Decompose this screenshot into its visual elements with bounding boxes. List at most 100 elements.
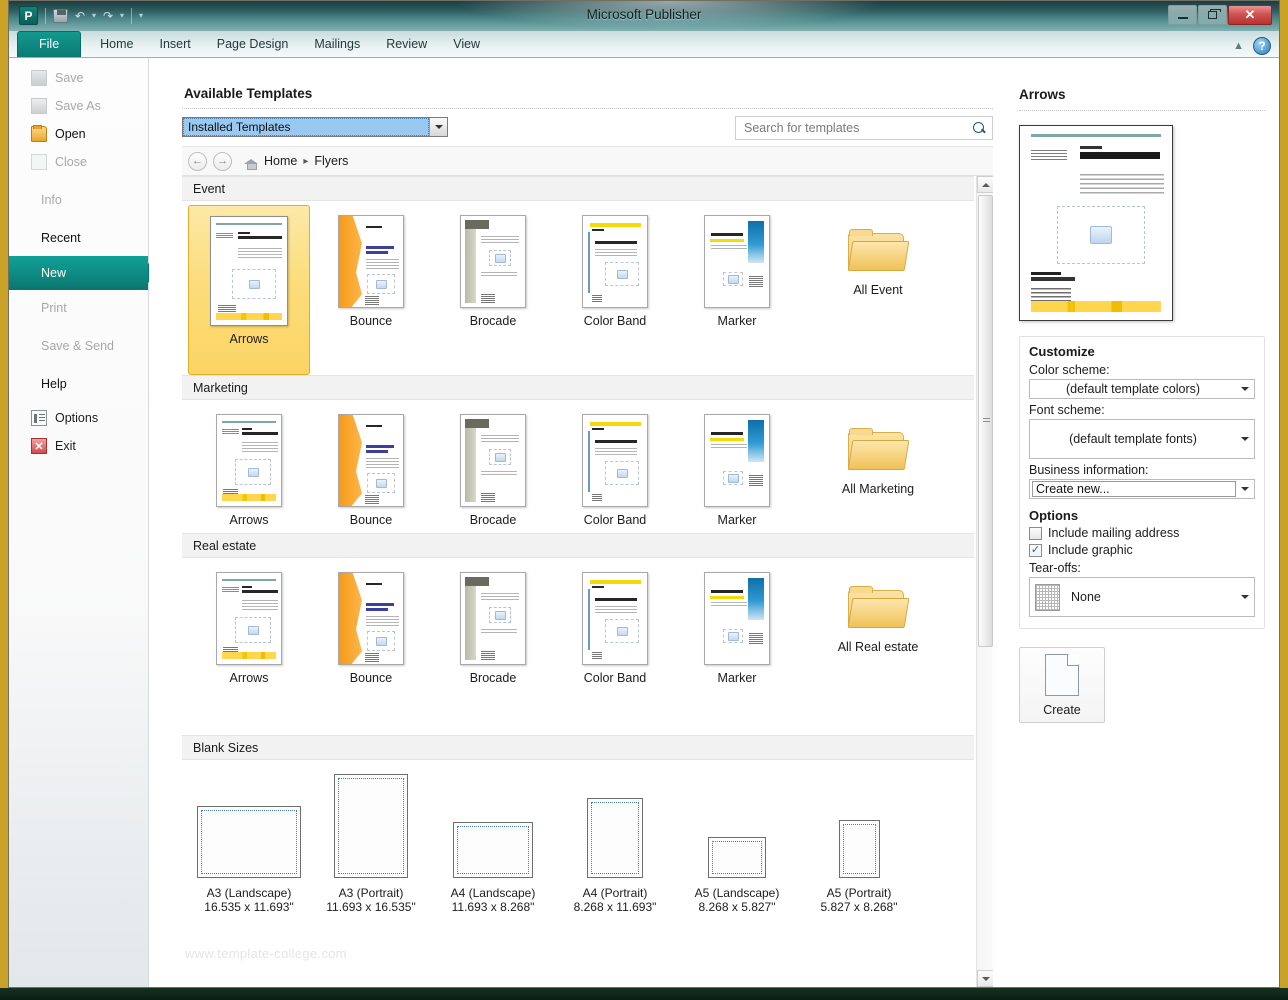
template-item-arrows-real-estate[interactable]: Arrows bbox=[188, 562, 310, 691]
tab-file[interactable]: File bbox=[17, 31, 82, 57]
sidebar-item-save[interactable]: Save bbox=[9, 64, 148, 92]
template-item-brocade-marketing[interactable]: Brocade bbox=[432, 404, 554, 533]
template-item-marker-real-estate[interactable]: Marker bbox=[676, 562, 798, 691]
color-scheme-dropdown[interactable]: (default template colors) bbox=[1029, 379, 1255, 399]
blank-size-item-a3-landscape[interactable]: A3 (Landscape) 16.535 x 11.693" bbox=[188, 806, 310, 914]
blank-size-item-a4-portrait[interactable]: A4 (Portrait) 8.268 x 11.693" bbox=[554, 798, 676, 914]
template-thumbnail bbox=[338, 572, 404, 665]
preview-title-divider bbox=[1019, 110, 1265, 111]
sidebar-item-info[interactable]: Info bbox=[9, 186, 148, 214]
save-as-icon bbox=[31, 98, 47, 114]
chevron-down-icon[interactable] bbox=[1236, 487, 1254, 491]
marker-blue-bar bbox=[748, 420, 764, 462]
template-item-arrows-event[interactable]: Arrows bbox=[188, 205, 310, 375]
checkbox-include-graphic[interactable] bbox=[1029, 543, 1042, 557]
thumb-title bbox=[595, 440, 637, 443]
search-templates-box[interactable] bbox=[735, 116, 993, 140]
sidebar-item-options[interactable]: Options bbox=[9, 404, 148, 432]
create-button[interactable]: Create bbox=[1019, 647, 1105, 723]
folder-icon bbox=[847, 229, 910, 273]
tab-review[interactable]: Review bbox=[373, 33, 440, 57]
option-include-mailing-address[interactable]: Include mailing address bbox=[1029, 526, 1255, 540]
thumb-footer bbox=[481, 294, 495, 304]
search-input[interactable] bbox=[744, 121, 973, 135]
chevron-down-icon[interactable] bbox=[1236, 437, 1254, 441]
forward-button[interactable]: → bbox=[213, 151, 232, 171]
title-divider bbox=[182, 108, 993, 109]
business-information-dropdown[interactable]: Create new... bbox=[1029, 479, 1255, 499]
sidebar-item-exit[interactable]: ✕ Exit bbox=[9, 432, 148, 460]
template-item-bounce-real-estate[interactable]: Bounce bbox=[310, 562, 432, 691]
template-item-bounce-event[interactable]: Bounce bbox=[310, 205, 432, 375]
sidebar-item-new[interactable]: New bbox=[9, 256, 157, 290]
thumb-body bbox=[711, 602, 747, 608]
folder-item-all-marketing[interactable]: All Marketing bbox=[798, 404, 958, 533]
template-source-dropdown[interactable]: Installed Templates bbox=[182, 117, 448, 137]
back-button[interactable]: ← bbox=[188, 151, 207, 171]
template-item-brocade-event[interactable]: Brocade bbox=[432, 205, 554, 375]
checkbox-include-mailing-address[interactable] bbox=[1029, 526, 1042, 540]
scrollbar-thumb[interactable] bbox=[978, 195, 993, 647]
tab-page-design[interactable]: Page Design bbox=[204, 33, 302, 57]
folder-item-all-event[interactable]: All Event bbox=[798, 205, 958, 375]
scroll-down-button[interactable] bbox=[977, 970, 993, 987]
sidebar-item-label: New bbox=[41, 266, 67, 280]
template-item-color-band-marketing[interactable]: Color Band bbox=[554, 404, 676, 533]
blank-size-dimensions: 16.535 x 11.693" bbox=[204, 900, 294, 914]
tab-home[interactable]: Home bbox=[87, 33, 146, 57]
blank-size-item-a4-landscape[interactable]: A4 (Landscape) 11.693 x 8.268" bbox=[432, 822, 554, 914]
search-icon[interactable] bbox=[973, 121, 986, 135]
vertical-scrollbar[interactable] bbox=[976, 176, 993, 987]
blank-size-item-a5-portrait[interactable]: A5 (Portrait) 5.827 x 8.268" bbox=[798, 820, 920, 914]
template-label: Color Band bbox=[583, 671, 647, 685]
template-item-marker-event[interactable]: Marker bbox=[676, 205, 798, 375]
folder-icon bbox=[847, 428, 910, 472]
thumb-kicker bbox=[242, 586, 252, 588]
template-item-brocade-real-estate[interactable]: Brocade bbox=[432, 562, 554, 691]
folder-label: All Real estate bbox=[837, 640, 919, 654]
sidebar-item-help[interactable]: Help bbox=[9, 370, 148, 398]
thumb-image-placeholder bbox=[723, 629, 743, 643]
sidebar-item-save-as[interactable]: Save As bbox=[9, 92, 148, 120]
sidebar-item-open[interactable]: Open bbox=[9, 120, 148, 148]
template-label: Marker bbox=[717, 314, 757, 328]
close-icon: ✕ bbox=[1244, 7, 1256, 22]
option-include-graphic[interactable]: Include graphic bbox=[1029, 543, 1255, 557]
breadcrumb-separator-icon: ▸ bbox=[303, 155, 309, 167]
blank-size-item-a3-portrait[interactable]: A3 (Portrait) 11.693 x 16.535" bbox=[310, 774, 432, 914]
help-icon[interactable]: ? bbox=[1253, 37, 1271, 55]
restore-button[interactable] bbox=[1198, 5, 1227, 25]
blank-size-item-a5-landscape[interactable]: A5 (Landscape) 8.268 x 5.827" bbox=[676, 837, 798, 914]
template-item-color-band-real-estate[interactable]: Color Band bbox=[554, 562, 676, 691]
template-item-color-band-event[interactable]: Color Band bbox=[554, 205, 676, 375]
minimize-button[interactable] bbox=[1168, 5, 1197, 25]
template-item-marker-marketing[interactable]: Marker bbox=[676, 404, 798, 533]
scroll-up-button[interactable] bbox=[977, 176, 993, 193]
chevron-down-icon[interactable] bbox=[1236, 387, 1254, 391]
sidebar-item-recent[interactable]: Recent bbox=[9, 224, 148, 252]
folder-label: All Event bbox=[853, 283, 903, 297]
breadcrumb-home[interactable]: Home bbox=[264, 154, 297, 168]
chevron-down-icon[interactable] bbox=[1236, 595, 1254, 599]
tab-insert[interactable]: Insert bbox=[147, 33, 204, 57]
sidebar-item-print[interactable]: Print bbox=[9, 294, 148, 322]
tab-mailings[interactable]: Mailings bbox=[301, 33, 373, 57]
template-item-bounce-marketing[interactable]: Bounce bbox=[310, 404, 432, 533]
thumb-body-2 bbox=[481, 629, 517, 635]
tab-view[interactable]: View bbox=[440, 33, 493, 57]
tear-offs-dropdown[interactable]: None bbox=[1029, 577, 1255, 617]
thumb-title bbox=[238, 236, 282, 239]
close-button[interactable]: ✕ bbox=[1228, 5, 1272, 25]
font-scheme-dropdown[interactable]: (default template fonts) bbox=[1029, 419, 1255, 459]
template-label: Brocade bbox=[469, 513, 517, 527]
sidebar-item-close[interactable]: Close bbox=[9, 148, 148, 176]
minimize-ribbon-icon[interactable]: ▲ bbox=[1233, 40, 1244, 52]
folder-item-all-real-estate[interactable]: All Real estate bbox=[798, 562, 958, 691]
colorband-top-band bbox=[590, 422, 641, 426]
home-icon[interactable] bbox=[244, 155, 258, 170]
template-item-arrows-marketing[interactable]: Arrows bbox=[188, 404, 310, 533]
template-source-dropdown-button[interactable] bbox=[429, 118, 447, 136]
sidebar-item-save-and-send[interactable]: Save & Send bbox=[9, 332, 148, 360]
thumb-body bbox=[481, 593, 519, 601]
breadcrumb: ← → Home ▸ Flyers bbox=[182, 146, 993, 176]
